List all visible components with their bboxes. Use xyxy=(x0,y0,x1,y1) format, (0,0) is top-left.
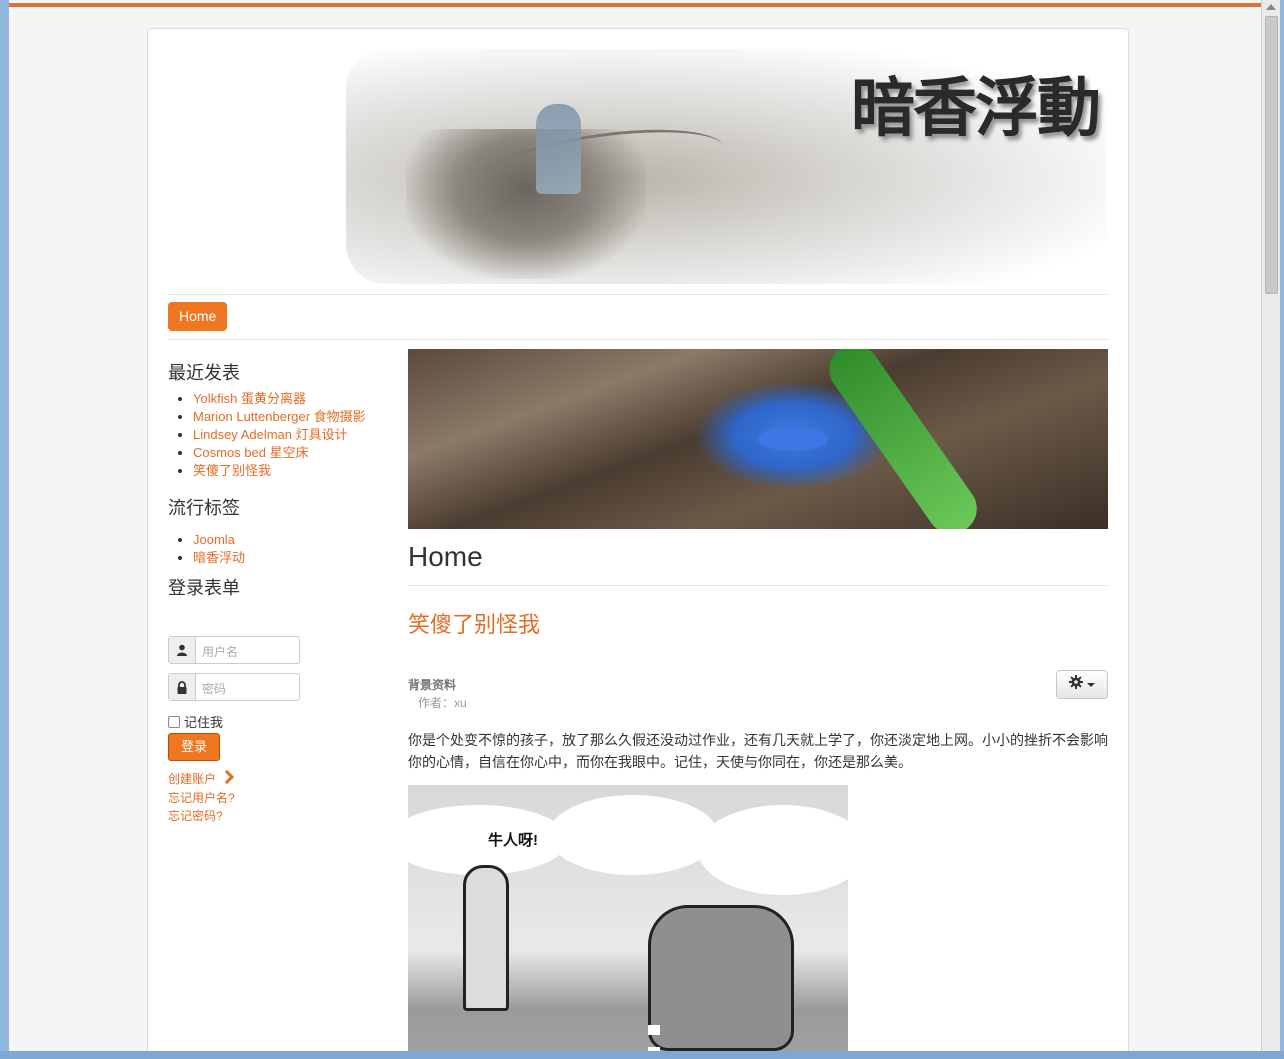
cartoon-cloud xyxy=(698,805,848,895)
scroll-up-arrow-icon[interactable] xyxy=(1266,4,1276,10)
remember-me-checkbox[interactable] xyxy=(168,715,180,728)
cartoon-car xyxy=(648,905,794,1051)
user-icon xyxy=(169,637,196,663)
remember-me-row: 记住我 xyxy=(168,712,223,731)
recent-posts-list: Yolkfish 蛋黄分离器 Marion Luttenberger 食物摄影 … xyxy=(168,390,388,480)
recent-post-link[interactable]: Lindsey Adelman 灯具设计 xyxy=(193,427,348,442)
cartoon-speech-text: 牛人呀! xyxy=(488,832,538,849)
nav-home-button[interactable]: Home xyxy=(168,302,228,331)
login-button[interactable]: 登录 xyxy=(168,733,220,761)
article-category[interactable]: 背景资料 xyxy=(408,676,456,693)
list-item: Marion Luttenberger 食物摄影 xyxy=(193,408,388,426)
username-placeholder: 用户名 xyxy=(202,645,239,659)
sidebar: 最近发表 Yolkfish 蛋黄分离器 Marion Luttenberger … xyxy=(168,359,388,823)
divider xyxy=(168,294,1108,295)
lock-icon xyxy=(169,674,196,700)
recent-post-link[interactable]: Yolkfish 蛋黄分离器 xyxy=(193,391,306,406)
list-item: Lindsey Adelman 灯具设计 xyxy=(193,426,388,444)
page-container: 暗香浮動 Home 最近发表 Yolkfish 蛋黄分离器 Marion Lut… xyxy=(147,28,1129,1051)
password-field[interactable]: 密码 xyxy=(168,673,300,701)
site-logo-title: 暗香浮動 xyxy=(851,72,1101,146)
article-title-link[interactable]: 笑傻了别怪我 xyxy=(408,607,540,639)
create-account-label: 创建账户 xyxy=(168,772,217,786)
cartoon-cloud xyxy=(548,795,718,875)
recent-post-link[interactable]: Cosmos bed 星空床 xyxy=(193,445,309,460)
remember-me-label: 记住我 xyxy=(184,715,224,730)
chevron-right-icon xyxy=(219,769,235,785)
list-item: Joomla xyxy=(193,531,245,549)
hero-flower-image xyxy=(408,349,1108,529)
article-options-button[interactable] xyxy=(1056,670,1108,699)
article-cartoon-image: 牛人呀! xyxy=(408,785,848,1051)
list-item: Cosmos bed 星空床 xyxy=(193,444,388,462)
recent-post-link[interactable]: 笑傻了别怪我 xyxy=(193,463,271,478)
cartoon-person xyxy=(463,865,509,1011)
recent-post-link[interactable]: Marion Luttenberger 食物摄影 xyxy=(193,409,366,424)
page-title: Home xyxy=(408,541,483,572)
tag-link[interactable]: Joomla xyxy=(193,532,235,547)
create-account-link[interactable]: 创建账户 xyxy=(168,769,235,787)
popular-tags-heading: 流行标签 xyxy=(168,498,240,518)
divider xyxy=(408,585,1108,586)
scrollbar-thumb[interactable] xyxy=(1265,16,1278,294)
login-form-heading: 登录表单 xyxy=(168,578,240,598)
tag-link[interactable]: 暗香浮动 xyxy=(193,550,245,565)
password-placeholder: 密码 xyxy=(202,682,227,696)
article-body: 你是个处变不惊的孩子，放了那么久假还没动过作业，还有几天就上学了，你还淡定地上网… xyxy=(408,732,1108,770)
site-banner: 暗香浮動 xyxy=(346,49,1106,284)
top-accent-bar xyxy=(9,3,1261,7)
vertical-scrollbar[interactable] xyxy=(1261,0,1280,1051)
list-item: Yolkfish 蛋黄分离器 xyxy=(193,390,388,408)
forgot-password-link[interactable]: 忘记密码? xyxy=(168,807,223,824)
article-author: 作者：xu xyxy=(418,696,467,710)
chevron-down-icon xyxy=(1087,682,1095,687)
gear-icon xyxy=(1069,675,1083,694)
list-item: 笑傻了别怪我 xyxy=(193,462,388,480)
browser-viewport: 暗香浮動 Home 最近发表 Yolkfish 蛋黄分离器 Marion Lut… xyxy=(9,0,1261,1051)
banner-figures-art xyxy=(536,104,581,194)
popular-tags-list: Joomla 暗香浮动 xyxy=(168,531,245,567)
divider xyxy=(168,339,1108,340)
window-bottom-frame xyxy=(0,1051,1284,1059)
hero-leaf-art xyxy=(819,349,987,529)
road-marking xyxy=(648,1025,660,1035)
hero-petal-art xyxy=(758,427,828,451)
username-field[interactable]: 用户名 xyxy=(168,636,300,664)
recent-posts-heading: 最近发表 xyxy=(168,363,240,383)
forgot-username-link[interactable]: 忘记用户名? xyxy=(168,789,235,806)
list-item: 暗香浮动 xyxy=(193,549,245,567)
